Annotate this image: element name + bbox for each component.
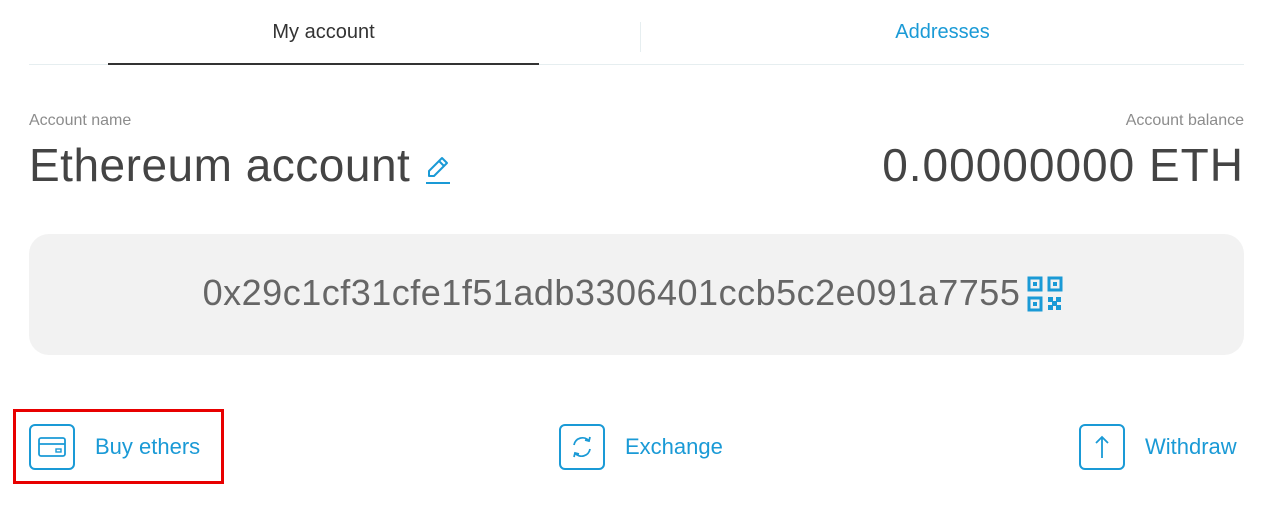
withdraw-label: Withdraw [1145, 434, 1237, 459]
account-name-label: Account name [29, 112, 132, 129]
account-balance: 0.00000000 ETH [882, 139, 1244, 191]
account-name: Ethereum account [29, 139, 411, 191]
credit-card-icon [29, 424, 75, 470]
pencil-icon[interactable] [423, 152, 453, 186]
account-balance-label: Account balance [1125, 112, 1244, 129]
qr-code-icon[interactable] [1027, 276, 1063, 312]
arrow-up-icon [1079, 424, 1125, 470]
withdraw-button[interactable]: Withdraw [1079, 422, 1237, 472]
tab-my-account[interactable]: My account [108, 0, 539, 65]
tab-addresses[interactable]: Addresses [641, 0, 1244, 64]
wallet-address[interactable]: 0x29c1cf31cfe1f51adb3306401ccb5c2e091a77… [29, 272, 1194, 314]
refresh-icon [559, 424, 605, 470]
address-box: 0x29c1cf31cfe1f51adb3306401ccb5c2e091a77… [29, 234, 1244, 355]
tab-bar: My account Addresses [29, 0, 1244, 65]
buy-ethers-button[interactable]: Buy ethers [29, 422, 200, 472]
buy-ethers-label: Buy ethers [95, 434, 201, 459]
exchange-label: Exchange [625, 434, 723, 459]
exchange-button[interactable]: Exchange [559, 422, 723, 472]
